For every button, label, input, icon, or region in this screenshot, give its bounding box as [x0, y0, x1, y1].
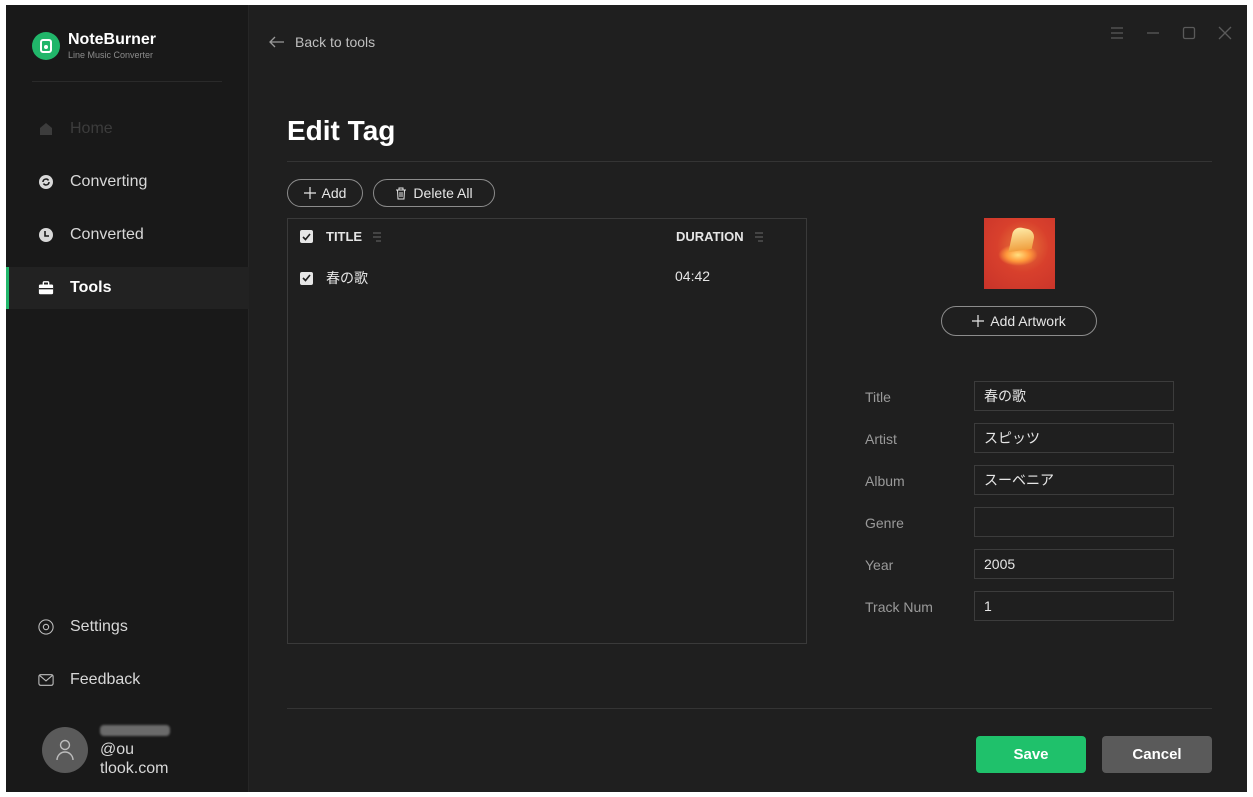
sidebar-item-feedback[interactable]: Feedback	[6, 659, 249, 701]
sidebar-item-settings[interactable]: Settings	[6, 606, 249, 648]
track-num-label: Track Num	[865, 599, 933, 615]
cancel-button[interactable]: Cancel	[1102, 736, 1212, 773]
track-table: TITLE DURATION 春の歌 04:42	[287, 218, 807, 644]
add-artwork-label: Add Artwork	[990, 313, 1066, 329]
footer-divider	[287, 708, 1212, 709]
add-button[interactable]: Add	[287, 179, 363, 207]
converted-icon	[38, 227, 54, 243]
genre-field[interactable]	[974, 507, 1174, 537]
back-to-tools-link[interactable]: Back to tools	[269, 34, 375, 50]
sidebar-item-label: Tools	[70, 279, 112, 296]
back-arrow-icon	[269, 36, 284, 48]
column-title-label: TITLE	[326, 229, 363, 244]
close-icon[interactable]	[1217, 25, 1233, 41]
column-menu-icon[interactable]	[754, 231, 764, 242]
artist-label: Artist	[865, 431, 897, 447]
column-menu-icon[interactable]	[372, 231, 382, 242]
user-email: @ou tlook.com	[100, 721, 200, 778]
sidebar: NoteBurner Line Music Converter Home Con…	[6, 5, 249, 792]
plus-icon	[303, 187, 316, 199]
artist-field[interactable]	[974, 423, 1174, 453]
album-label: Album	[865, 473, 905, 489]
user-account[interactable]: @ou tlook.com	[42, 721, 200, 778]
title-divider	[287, 161, 1212, 162]
row-duration: 04:42	[675, 268, 711, 284]
year-label: Year	[865, 557, 894, 573]
checkbox-icon[interactable]	[300, 230, 313, 243]
sidebar-item-label: Home	[70, 120, 113, 137]
sidebar-item-converting[interactable]: Converting	[6, 161, 249, 203]
title-field[interactable]	[974, 381, 1174, 411]
genre-label: Genre	[865, 515, 904, 531]
column-duration-label: DURATION	[676, 229, 744, 244]
home-icon	[38, 121, 54, 137]
title-label: Title	[865, 389, 891, 405]
user-email-line2: tlook.com	[100, 760, 169, 777]
sidebar-item-label: Converted	[70, 226, 144, 243]
plus-icon	[972, 315, 985, 327]
add-button-label: Add	[321, 185, 347, 201]
maximize-icon[interactable]	[1181, 25, 1197, 41]
main-panel: Back to tools Edit Tag Add Delete All TI…	[249, 5, 1247, 792]
settings-icon	[38, 619, 54, 635]
column-header-duration[interactable]: DURATION	[676, 229, 764, 244]
delete-all-button[interactable]: Delete All	[373, 179, 495, 207]
save-button[interactable]: Save	[976, 736, 1086, 773]
window-controls	[1109, 25, 1233, 41]
user-email-line1: @ou	[100, 741, 135, 758]
sidebar-item-tools[interactable]: Tools	[6, 267, 249, 309]
app-logo-icon	[32, 32, 60, 60]
page-title: Edit Tag	[287, 115, 396, 146]
delete-all-label: Delete All	[413, 185, 473, 201]
column-header-title[interactable]: TITLE	[300, 229, 382, 244]
year-field[interactable]	[974, 549, 1174, 579]
sidebar-item-label: Converting	[70, 173, 148, 190]
row-title: 春の歌	[326, 270, 368, 286]
menu-icon[interactable]	[1109, 25, 1125, 41]
sidebar-item-converted[interactable]: Converted	[6, 214, 249, 256]
album-artwork	[984, 218, 1055, 289]
brand-divider	[32, 81, 222, 82]
brand: NoteBurner Line Music Converter	[32, 31, 156, 61]
trash-icon	[396, 187, 407, 199]
brand-name: NoteBurner	[68, 31, 157, 48]
album-field[interactable]	[974, 465, 1174, 495]
add-artwork-button[interactable]: Add Artwork	[941, 306, 1097, 336]
converting-icon	[38, 174, 54, 190]
sidebar-item-label: Feedback	[70, 671, 141, 688]
sidebar-item-home[interactable]: Home	[6, 108, 249, 150]
table-row[interactable]: 春の歌	[300, 268, 368, 288]
redacted-name	[100, 725, 170, 737]
sidebar-item-label: Settings	[70, 618, 128, 635]
tools-icon	[38, 280, 54, 296]
checkbox-icon[interactable]	[300, 271, 313, 285]
minimize-icon[interactable]	[1145, 25, 1161, 41]
back-label: Back to tools	[295, 34, 376, 50]
track-num-field[interactable]	[974, 591, 1174, 621]
brand-subtitle: Line Music Converter	[68, 50, 154, 60]
user-avatar-icon	[42, 726, 88, 773]
feedback-icon	[38, 672, 54, 688]
app-window: NoteBurner Line Music Converter Home Con…	[6, 5, 1247, 792]
